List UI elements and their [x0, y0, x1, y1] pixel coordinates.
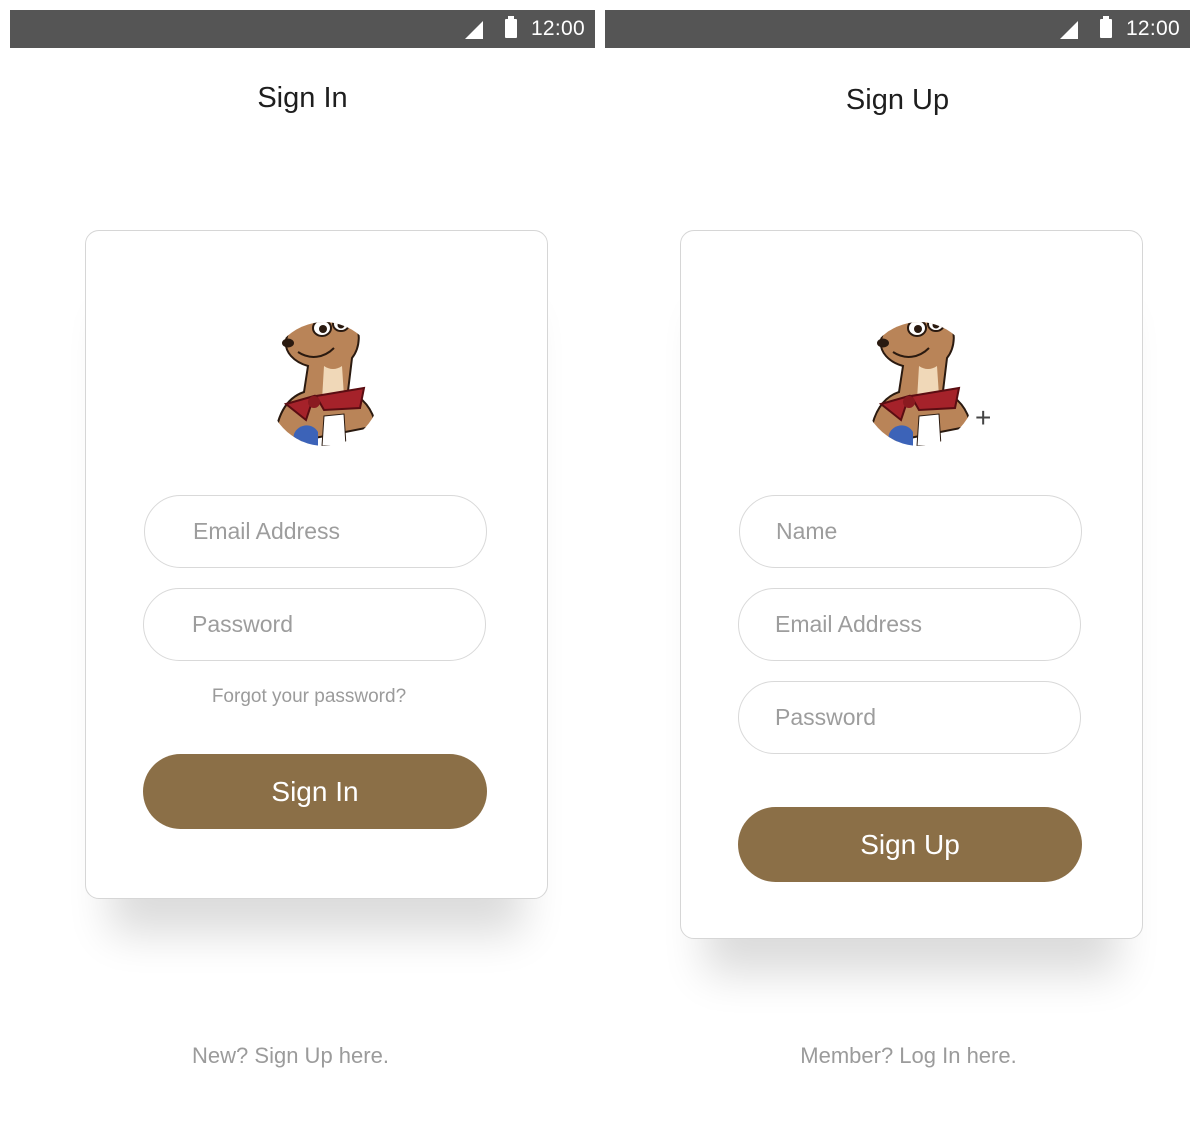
email-field[interactable]	[738, 588, 1081, 661]
status-bar: 12:00	[10, 10, 595, 48]
signal-icon	[465, 21, 483, 39]
name-field[interactable]	[739, 495, 1082, 568]
avatar	[264, 296, 384, 446]
sign-in-screen: 12:00 Sign In Email Address Forgot your …	[10, 10, 595, 1120]
avatar[interactable]	[859, 296, 979, 446]
meerkat-avatar-icon	[867, 322, 973, 446]
battery-icon	[505, 16, 517, 38]
meerkat-avatar-icon	[272, 322, 378, 446]
sign-up-link[interactable]: New? Sign Up here.	[0, 1043, 583, 1069]
battery-icon	[1100, 16, 1112, 38]
status-time: 12:00	[1125, 17, 1180, 40]
log-in-link[interactable]: Member? Log In here.	[616, 1043, 1200, 1069]
sign-in-card: Forgot your password? Sign In	[85, 230, 548, 899]
page-title: Sign In	[257, 82, 348, 114]
email-field[interactable]	[144, 495, 487, 568]
status-time: 12:00	[530, 17, 585, 40]
signal-icon	[1060, 21, 1078, 39]
forgot-password-link[interactable]: Forgot your password?	[144, 686, 474, 708]
password-field[interactable]	[143, 588, 486, 661]
status-bar: 12:00	[605, 10, 1190, 48]
sign-up-card: + Sign Up	[680, 230, 1143, 939]
page-title: Sign Up	[845, 84, 950, 116]
sign-up-button[interactable]: Sign Up	[738, 807, 1082, 882]
add-photo-icon[interactable]: +	[975, 404, 991, 432]
password-field[interactable]	[738, 681, 1081, 754]
sign-up-screen: 12:00 Sign Up + Name Email Address Sign …	[605, 10, 1190, 1120]
sign-in-button[interactable]: Sign In	[143, 754, 487, 829]
